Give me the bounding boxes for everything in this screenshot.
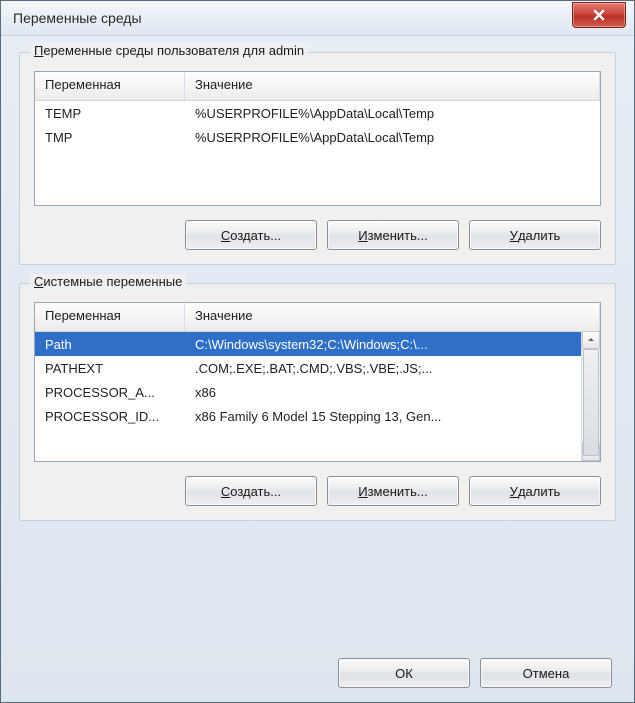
system-vars-legend: Системные переменные bbox=[30, 274, 186, 289]
col-header-value[interactable]: Значение bbox=[185, 72, 600, 100]
cancel-button[interactable]: Отмена bbox=[480, 658, 612, 688]
system-vars-group: Системные переменные Переменная Значение… bbox=[19, 283, 616, 521]
edit-button[interactable]: Изменить... bbox=[327, 476, 459, 506]
close-icon bbox=[593, 9, 605, 21]
delete-button[interactable]: Удалить bbox=[469, 220, 601, 250]
chevron-up-icon bbox=[587, 336, 595, 344]
new-button[interactable]: Создать... bbox=[185, 220, 317, 250]
close-button[interactable] bbox=[572, 2, 626, 28]
table-row[interactable]: PATHEXT .COM;.EXE;.BAT;.CMD;.VBS;.VBE;.J… bbox=[35, 356, 600, 380]
table-row[interactable]: PROCESSOR_ID... x86 Family 6 Model 15 St… bbox=[35, 404, 600, 428]
new-button[interactable]: Создать... bbox=[185, 476, 317, 506]
user-vars-rows: TEMP %USERPROFILE%\AppData\Local\Temp TM… bbox=[35, 101, 600, 149]
system-vars-rows: Path C:\Windows\system32;C:\Windows;C:\.… bbox=[35, 332, 600, 428]
delete-button[interactable]: Удалить bbox=[469, 476, 601, 506]
env-vars-dialog: Переменные среды Переменные среды пользо… bbox=[0, 0, 635, 703]
titlebar: Переменные среды bbox=[1, 1, 634, 36]
scrollbar[interactable] bbox=[581, 331, 600, 461]
system-vars-list[interactable]: Переменная Значение Path C:\Windows\syst… bbox=[34, 302, 601, 462]
dialog-footer: ОК Отмена bbox=[338, 658, 612, 688]
col-header-variable[interactable]: Переменная bbox=[35, 72, 185, 100]
table-row[interactable]: TEMP %USERPROFILE%\AppData\Local\Temp bbox=[35, 101, 600, 125]
table-row[interactable]: PROCESSOR_A... x86 bbox=[35, 380, 600, 404]
scroll-up-button[interactable] bbox=[582, 331, 600, 349]
user-vars-buttons: Создать... Изменить... Удалить bbox=[34, 220, 601, 250]
system-vars-buttons: Создать... Изменить... Удалить bbox=[34, 476, 601, 506]
user-vars-group: Переменные среды пользователя для admin … bbox=[19, 52, 616, 265]
scroll-track[interactable] bbox=[582, 349, 600, 443]
window-title: Переменные среды bbox=[13, 10, 142, 26]
table-row[interactable]: TMP %USERPROFILE%\AppData\Local\Temp bbox=[35, 125, 600, 149]
ok-button[interactable]: ОК bbox=[338, 658, 470, 688]
user-vars-list[interactable]: Переменная Значение TEMP %USERPROFILE%\A… bbox=[34, 71, 601, 206]
col-header-value[interactable]: Значение bbox=[185, 303, 600, 331]
col-header-variable[interactable]: Переменная bbox=[35, 303, 185, 331]
list-headers: Переменная Значение bbox=[35, 72, 600, 101]
edit-button[interactable]: Изменить... bbox=[327, 220, 459, 250]
table-row[interactable]: Path C:\Windows\system32;C:\Windows;C:\.… bbox=[35, 332, 600, 356]
list-headers: Переменная Значение bbox=[35, 303, 600, 332]
user-vars-legend: Переменные среды пользователя для admin bbox=[30, 43, 308, 58]
scroll-thumb[interactable] bbox=[583, 349, 599, 456]
